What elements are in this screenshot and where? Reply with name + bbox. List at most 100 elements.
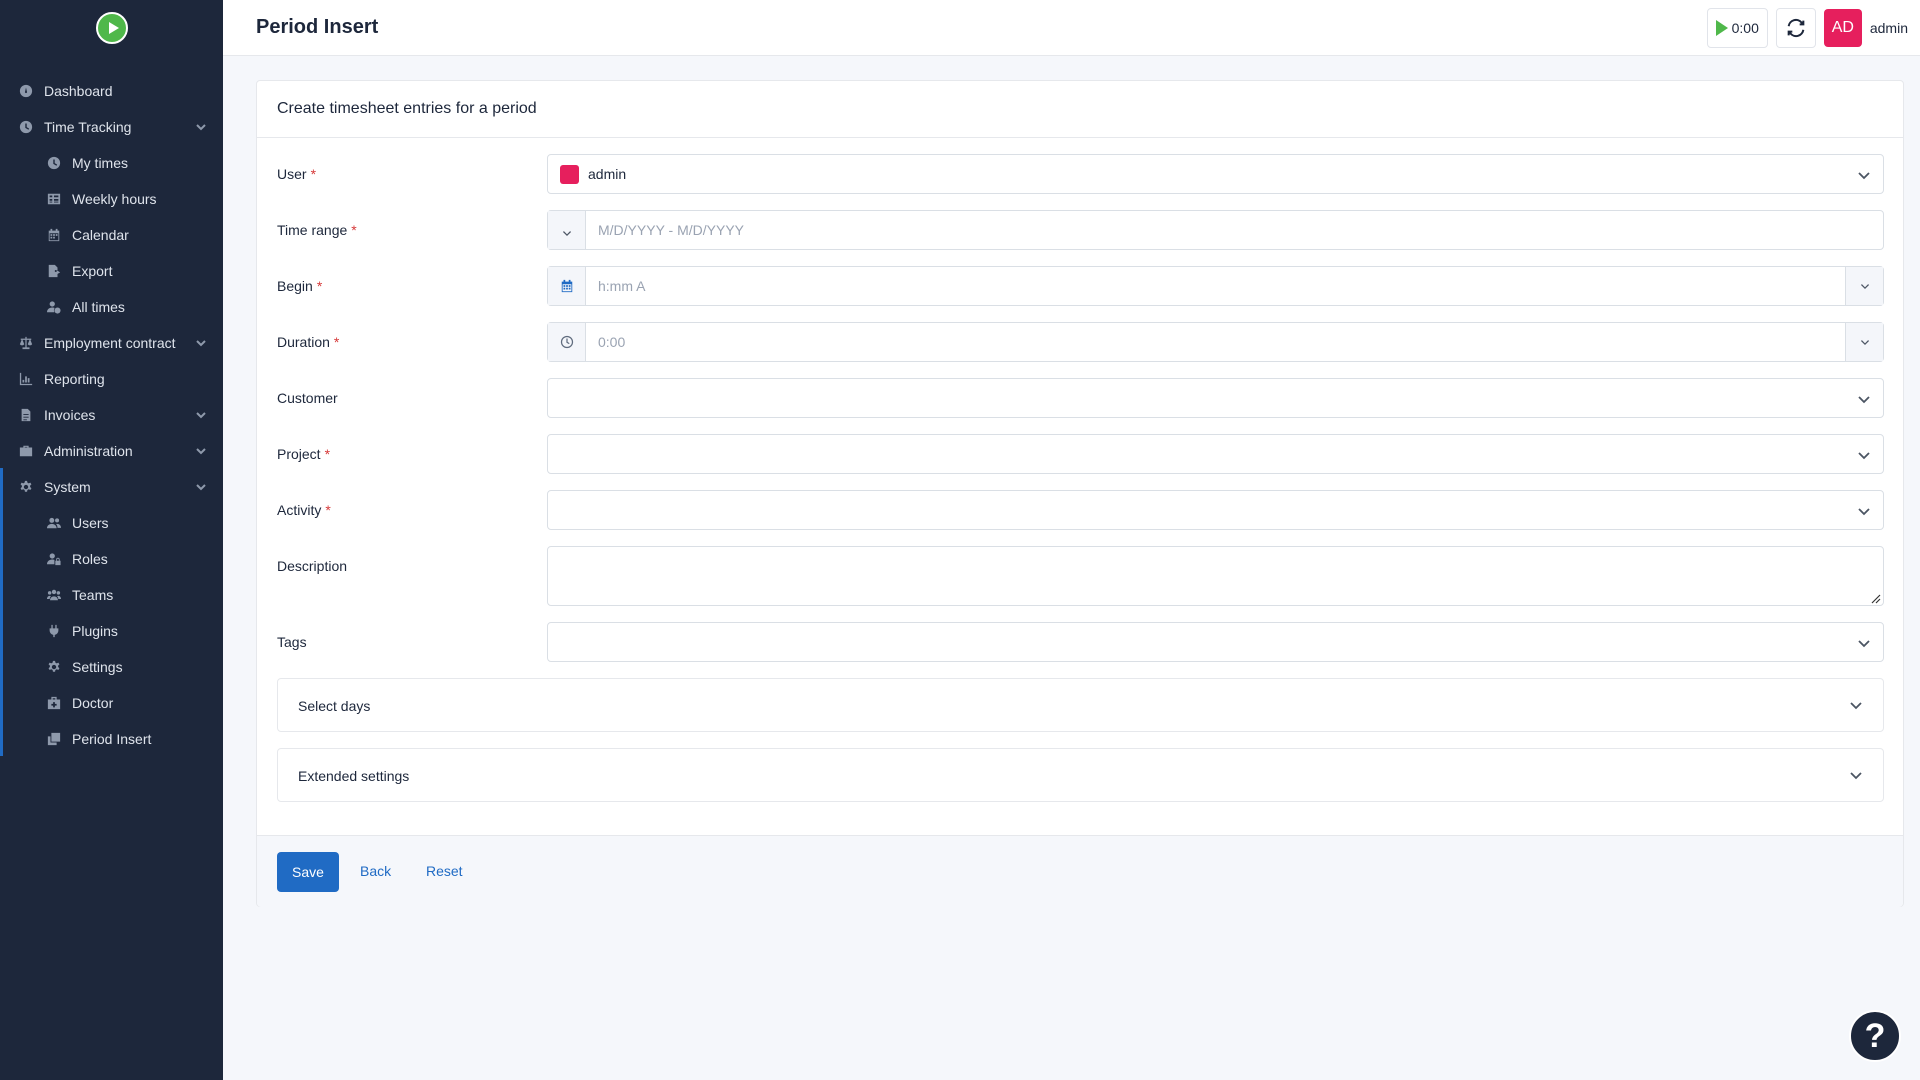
clock-icon	[560, 335, 573, 349]
sidebar-item-dashboard[interactable]: Dashboard	[0, 73, 223, 109]
sidebar-item-label: Plugins	[72, 623, 118, 639]
sidebar-item-period-insert[interactable]: Period Insert	[0, 721, 223, 757]
chevron-down-icon	[195, 444, 207, 456]
time-range-input[interactable]: M/D/YYYY - M/D/YYYY	[547, 210, 1884, 250]
time-range-placeholder: M/D/YYYY - M/D/YYYY	[598, 222, 744, 238]
start-timer-button[interactable]: 0:00	[1706, 8, 1768, 48]
extended-settings-accordion[interactable]: Extended settings	[277, 748, 1884, 802]
sidebar-item-plugins[interactable]: Plugins	[0, 613, 223, 649]
avatar[interactable]: AD	[1823, 9, 1862, 47]
duration-label: Duration *	[277, 334, 340, 350]
sidebar-item-label: Employment contract	[44, 335, 176, 351]
export-icon	[46, 263, 62, 279]
chevron-down-icon	[1857, 504, 1871, 518]
play-icon	[1715, 20, 1728, 36]
sidebar-item-administration[interactable]: Administration	[0, 433, 223, 469]
sidebar-item-label: My times	[72, 155, 128, 171]
sidebar-item-my-times[interactable]: My times	[0, 145, 223, 181]
customer-select[interactable]	[547, 378, 1884, 418]
sidebar-item-label: Period Insert	[72, 731, 152, 747]
plug-icon	[46, 623, 62, 639]
sidebar-item-settings[interactable]: Settings	[0, 649, 223, 685]
user-color-swatch	[560, 165, 579, 184]
activity-select[interactable]	[547, 490, 1884, 530]
project-select[interactable]	[547, 434, 1884, 474]
help-button[interactable]: ?	[1849, 1010, 1901, 1062]
chart-icon	[18, 371, 34, 387]
sidebar-item-weekly-hours[interactable]: Weekly hours	[0, 181, 223, 217]
gear-icon	[46, 659, 62, 675]
sidebar-item-label: Administration	[44, 443, 133, 459]
time-range-toggle[interactable]	[548, 211, 586, 249]
clock-icon	[46, 155, 62, 171]
period-insert-card: Create timesheet entries for a period Us…	[256, 80, 1904, 907]
sync-button[interactable]	[1775, 8, 1816, 48]
sidebar-item-employment-contract[interactable]: Employment contract	[0, 325, 223, 361]
sidebar-item-teams[interactable]: Teams	[0, 577, 223, 613]
sidebar-item-label: All times	[72, 299, 125, 315]
sidebar-item-invoices[interactable]: Invoices	[0, 397, 223, 433]
chevron-down-icon	[195, 120, 207, 132]
save-button[interactable]: Save	[277, 852, 339, 892]
file-icon	[18, 407, 34, 423]
description-textarea[interactable]	[547, 546, 1884, 606]
begin-input[interactable]: h:mm A	[547, 266, 1884, 306]
user-clock-icon	[46, 299, 62, 315]
chevron-down-icon	[1860, 340, 1869, 346]
user-menu-name[interactable]: admin	[1870, 20, 1908, 36]
sidebar-item-label: Export	[72, 263, 113, 279]
app-logo[interactable]	[96, 12, 128, 44]
begin-dropdown-button[interactable]	[1845, 267, 1883, 305]
calendar-icon	[561, 279, 572, 293]
tags-select[interactable]	[547, 622, 1884, 662]
duration-placeholder: 0:00	[598, 334, 626, 350]
description-label: Description	[277, 558, 348, 574]
sidebar-item-time-tracking[interactable]: Time Tracking	[0, 109, 223, 145]
chevron-down-icon	[1849, 698, 1863, 712]
time-range-label: Time range *	[277, 222, 357, 238]
sidebar-item-label: Calendar	[72, 227, 129, 243]
chevron-down-icon	[195, 480, 207, 492]
resize-handle-icon[interactable]	[1869, 591, 1881, 604]
begin-placeholder: h:mm A	[598, 278, 646, 294]
sidebar-item-doctor[interactable]: Doctor	[0, 685, 223, 721]
chevron-down-icon	[195, 336, 207, 348]
reset-button[interactable]: Reset	[426, 863, 463, 879]
sidebar-item-reporting[interactable]: Reporting	[0, 361, 223, 397]
gear-icon	[18, 479, 34, 495]
card-footer: Save Back Reset	[257, 835, 1903, 907]
dashboard-icon	[18, 83, 34, 99]
sidebar-item-label: Roles	[72, 551, 108, 567]
sidebar-item-export[interactable]: Export	[0, 253, 223, 289]
user-select[interactable]: admin	[547, 154, 1884, 194]
sidebar-item-label: System	[44, 479, 91, 495]
duration-dropdown-button[interactable]	[1845, 323, 1883, 361]
back-button[interactable]: Back	[360, 863, 391, 879]
chevron-down-icon	[1857, 636, 1871, 650]
sidebar-nav: Dashboard Time Tracking My times Weekly …	[0, 73, 223, 757]
duration-input[interactable]: 0:00	[547, 322, 1884, 362]
chevron-down-icon	[1860, 284, 1869, 290]
begin-calendar-button[interactable]	[548, 267, 586, 305]
sidebar-item-system[interactable]: System	[0, 469, 223, 505]
user-label: User *	[277, 166, 317, 182]
sidebar-item-all-times[interactable]: All times	[0, 289, 223, 325]
chevron-down-icon	[562, 225, 572, 237]
sidebar-item-users[interactable]: Users	[0, 505, 223, 541]
sidebar-item-roles[interactable]: Roles	[0, 541, 223, 577]
chevron-down-icon	[1857, 168, 1871, 182]
users-icon	[46, 515, 62, 531]
duration-clock-addon	[548, 323, 586, 361]
sidebar-item-calendar[interactable]: Calendar	[0, 217, 223, 253]
medkit-icon	[46, 695, 62, 711]
sidebar-item-label: Users	[72, 515, 109, 531]
chevron-down-icon	[195, 408, 207, 420]
user-select-value: admin	[588, 166, 627, 182]
sidebar-item-label: Settings	[72, 659, 123, 675]
select-days-accordion[interactable]: Select days	[277, 678, 1884, 732]
team-icon	[46, 587, 62, 603]
sidebar-item-label: Dashboard	[44, 83, 113, 99]
sidebar-item-label: Doctor	[72, 695, 114, 711]
project-label: Project *	[277, 446, 331, 462]
sidebar-item-label: Reporting	[44, 371, 105, 387]
